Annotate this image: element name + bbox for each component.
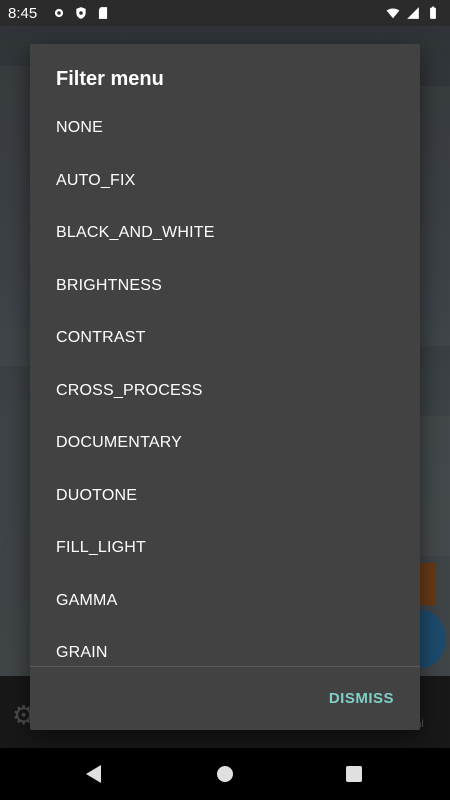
- shield-icon: [76, 7, 86, 19]
- gear-icon: [54, 8, 64, 18]
- status-icons-left: [52, 6, 110, 20]
- filter-item-gamma[interactable]: GAMMA: [30, 575, 420, 628]
- filter-item-none[interactable]: NONE: [30, 102, 420, 155]
- navigation-bar: [0, 748, 450, 800]
- status-time: 8:45: [8, 5, 38, 22]
- dialog-divider: [30, 666, 420, 667]
- filter-item-cross-process[interactable]: CROSS_PROCESS: [30, 365, 420, 418]
- filter-item-black-and-white[interactable]: BLACK_AND_WHITE: [30, 207, 420, 260]
- wifi-icon: [386, 8, 400, 19]
- battery-icon: [430, 6, 436, 19]
- filter-item-grain[interactable]: GRAIN: [30, 627, 420, 666]
- filter-item-brightness[interactable]: BRIGHTNESS: [30, 260, 420, 313]
- recents-icon[interactable]: [346, 766, 362, 782]
- status-bar: 8:45: [0, 0, 450, 26]
- home-icon[interactable]: [217, 766, 233, 782]
- filter-item-documentary[interactable]: DOCUMENTARY: [30, 417, 420, 470]
- dialog-title: Filter menu: [56, 68, 164, 90]
- filter-item-duotone[interactable]: DUOTONE: [30, 470, 420, 523]
- sd-card-icon: [98, 7, 108, 19]
- filter-item-auto-fix[interactable]: AUTO_FIX: [30, 155, 420, 208]
- filter-list[interactable]: NONE AUTO_FIX BLACK_AND_WHITE BRIGHTNESS…: [30, 102, 420, 666]
- filter-item-contrast[interactable]: CONTRAST: [30, 312, 420, 365]
- cell-signal-icon: [407, 7, 419, 19]
- filter-item-fill-light[interactable]: FILL_LIGHT: [30, 522, 420, 575]
- filter-menu-dialog: Filter menu NONE AUTO_FIX BLACK_AND_WHIT…: [30, 44, 420, 730]
- status-icons-right: [386, 6, 440, 20]
- dismiss-button[interactable]: DISMISS: [329, 690, 394, 707]
- back-icon[interactable]: [86, 765, 101, 783]
